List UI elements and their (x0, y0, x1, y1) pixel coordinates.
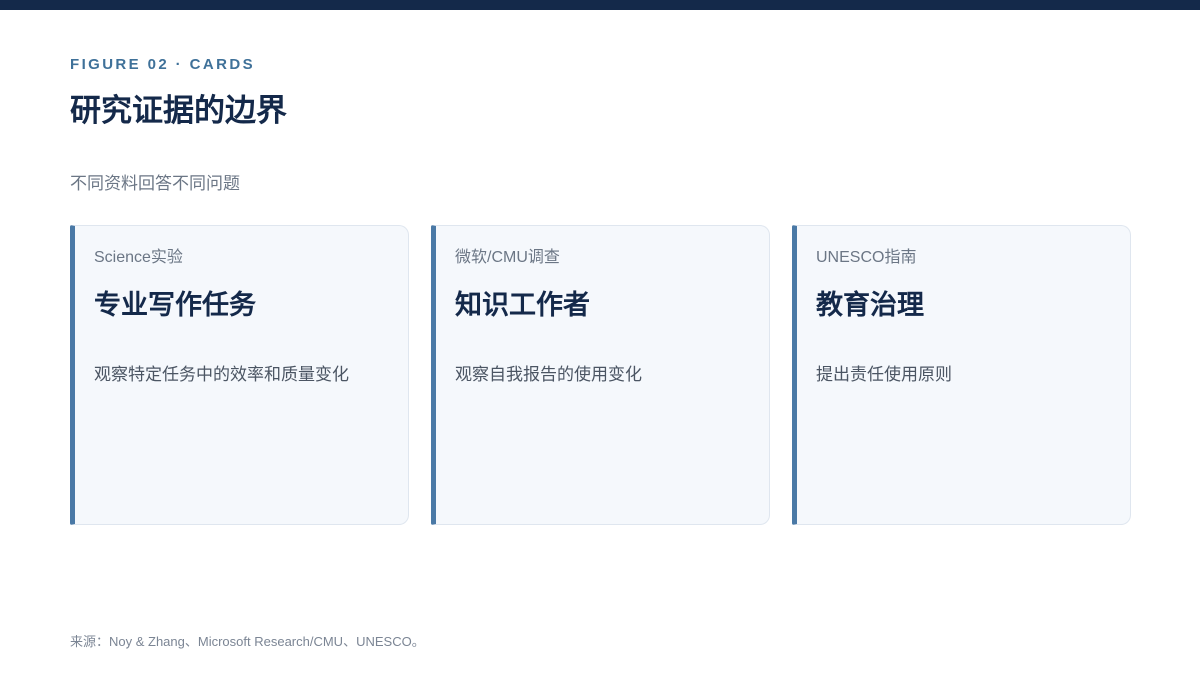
card-science: Science实验 专业写作任务 观察特定任务中的效率和质量变化 (70, 225, 409, 525)
page-title: 研究证据的边界 (70, 93, 287, 128)
card-description: 提出责任使用原则 (816, 365, 952, 384)
source-footnote: 来源：Noy & Zhang、Microsoft Research/CMU、UN… (70, 634, 425, 649)
card-description: 观察特定任务中的效率和质量变化 (94, 365, 349, 384)
card-microsoft-cmu: 微软/CMU调查 知识工作者 观察自我报告的使用变化 (431, 225, 770, 525)
page-subtitle: 不同资料回答不同问题 (70, 174, 240, 193)
card-row: Science实验 专业写作任务 观察特定任务中的效率和质量变化 微软/CMU调… (70, 225, 1131, 525)
card-heading: 知识工作者 (455, 290, 590, 320)
card-description: 观察自我报告的使用变化 (455, 365, 642, 384)
card-heading: 教育治理 (816, 290, 924, 320)
card-source: Science实验 (94, 249, 183, 266)
card-source: 微软/CMU调查 (455, 249, 560, 266)
card-source: UNESCO指南 (816, 249, 917, 266)
figure-label: FIGURE 02 · CARDS (70, 56, 255, 73)
card-unesco: UNESCO指南 教育治理 提出责任使用原则 (792, 225, 1131, 525)
card-heading: 专业写作任务 (94, 290, 256, 320)
top-accent-bar (0, 0, 1200, 10)
